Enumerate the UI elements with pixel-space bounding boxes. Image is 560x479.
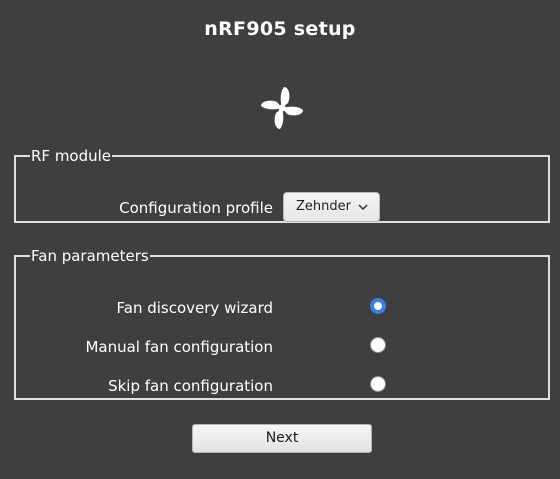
fan-parameters-legend: Fan parameters xyxy=(31,247,149,265)
radio-row-skip-config: Skip fan configuration xyxy=(16,374,548,398)
rf-module-group: RF module Configuration profile Zehnder xyxy=(14,147,550,223)
page-title: nRF905 setup xyxy=(204,18,356,40)
config-profile-label: Configuration profile xyxy=(119,199,273,217)
skip-config-radio[interactable] xyxy=(370,376,386,392)
rf-module-legend: RF module xyxy=(31,147,112,165)
chevron-down-icon xyxy=(358,204,368,210)
fan-icon xyxy=(261,87,303,129)
setup-page: nRF905 setup RF module Configuration pro… xyxy=(0,0,560,479)
fan-discovery-radio[interactable] xyxy=(370,298,386,314)
config-profile-value: Zehnder xyxy=(296,199,351,214)
fan-discovery-label: Fan discovery wizard xyxy=(116,299,274,317)
skip-config-label: Skip fan configuration xyxy=(108,377,273,395)
next-button[interactable]: Next xyxy=(192,424,372,453)
manual-config-radio[interactable] xyxy=(370,337,386,353)
config-profile-row: Configuration profile Zehnder xyxy=(16,192,548,222)
radio-row-manual-config: Manual fan configuration xyxy=(16,335,548,359)
config-profile-select[interactable]: Zehnder xyxy=(283,192,380,222)
fan-parameters-group: Fan parameters Fan discovery wizard Manu… xyxy=(14,247,550,400)
radio-row-fan-discovery: Fan discovery wizard xyxy=(16,296,548,320)
manual-config-label: Manual fan configuration xyxy=(85,338,273,356)
